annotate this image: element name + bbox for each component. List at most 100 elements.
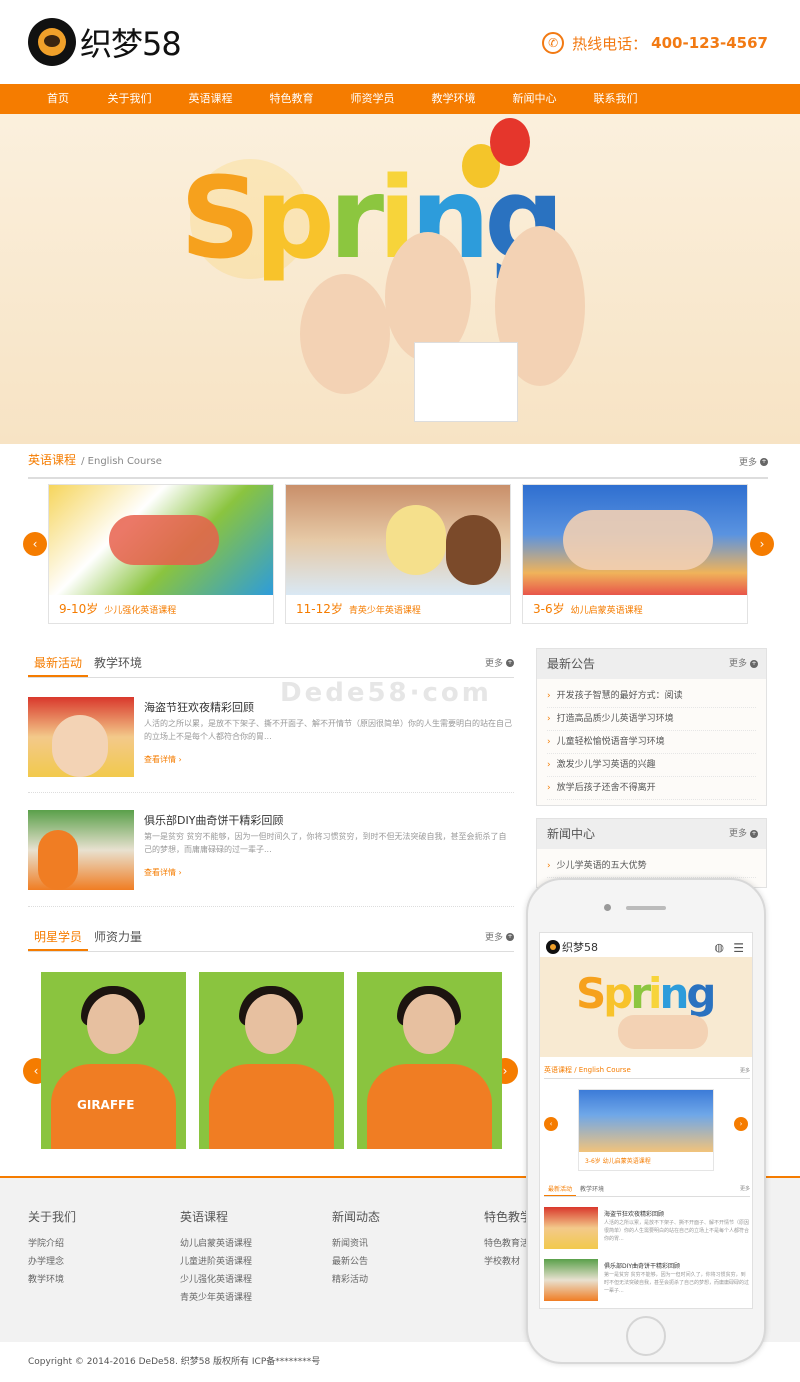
footer-link[interactable]: 幼儿启蒙英语课程 xyxy=(180,1235,252,1253)
mobile-news-thumb xyxy=(544,1207,598,1249)
children-illustration xyxy=(386,505,446,575)
teacher-photo[interactable]: GIRAFFE xyxy=(41,972,186,1149)
hamburger-menu-icon[interactable]: ☰ xyxy=(733,941,744,955)
nav-item-featured[interactable]: 特色教育 xyxy=(251,84,332,114)
course-card[interactable]: 9-10岁 少儿强化英语课程 xyxy=(48,484,274,624)
mobile-course-card[interactable]: 3-6岁 幼儿启蒙英语课程 xyxy=(578,1089,714,1171)
logo[interactable]: 织梦58 xyxy=(28,18,182,66)
footer-col-title: 英语课程 xyxy=(180,1210,229,1224)
news-title[interactable]: 海盗节狂欢夜精彩回顾 xyxy=(144,699,254,715)
news-title[interactable]: 俱乐部DIY曲奇饼干精彩回顾 xyxy=(144,812,283,828)
news-detail-link[interactable]: 查看详情 › xyxy=(144,754,182,765)
footer-link[interactable]: 青英少年英语课程 xyxy=(180,1289,252,1307)
mobile-prev-arrow[interactable]: ‹ xyxy=(544,1117,558,1131)
news-center-header: 新闻中心 更多 + xyxy=(537,819,766,849)
plus-icon: + xyxy=(506,932,514,941)
footer-link[interactable]: 学校教材 xyxy=(484,1253,532,1271)
course-next-arrow[interactable]: › xyxy=(750,532,774,556)
course-section-title: 英语课程 xyxy=(28,453,77,467)
mobile-news-item[interactable]: 海盗节狂欢夜精彩回顾 人活的之所以累，是放不下架子、撕不开面子、解不开情节（原因… xyxy=(544,1207,750,1251)
banner-letter: S xyxy=(180,154,261,284)
news-item[interactable]: 俱乐部DIY曲奇饼干精彩回顾 第一是贫穷 贫穷不能够，因为一但时间久了，你将习惯… xyxy=(28,810,514,890)
news-thumbnail xyxy=(28,810,134,890)
nav-item-contact[interactable]: 联系我们 xyxy=(575,84,656,114)
mobile-tab-environment[interactable]: 教学环境 xyxy=(576,1183,608,1196)
nav-item-environment[interactable]: 教学环境 xyxy=(413,84,494,114)
plus-icon: + xyxy=(760,457,768,466)
activity-more-link[interactable]: 更多 + xyxy=(485,656,514,669)
banner-letter: g xyxy=(686,969,716,1018)
tab-star-students[interactable]: 明星学员 xyxy=(28,922,89,951)
tab-latest-activities[interactable]: 最新活动 xyxy=(28,648,89,677)
footer-link[interactable]: 精彩活动 xyxy=(332,1271,380,1289)
more-label: 更多 xyxy=(484,659,503,669)
nav-item-teachers[interactable]: 师资学员 xyxy=(332,84,413,114)
news-center-more-link[interactable]: 更多 + xyxy=(729,819,758,849)
course-card[interactable]: 3-6岁 幼儿启蒙英语课程 xyxy=(522,484,748,624)
hero-banner[interactable]: Spring xyxy=(0,114,800,444)
notice-item[interactable]: 放学后孩子还舍不得离开 xyxy=(547,777,756,800)
footer-col-title: 关于我们 xyxy=(28,1210,77,1224)
tab-teaching-staff[interactable]: 师资力量 xyxy=(88,922,148,951)
course-age: 9-10岁 xyxy=(59,602,99,616)
nav-item-courses[interactable]: 英语课程 xyxy=(170,84,251,114)
mobile-news-title: 海盗节狂欢夜精彩回顾 xyxy=(604,1211,665,1218)
course-more-link[interactable]: 更多 + xyxy=(739,455,768,468)
footer-link[interactable]: 最新公告 xyxy=(332,1253,380,1271)
news-description: 第一是贫穷 贫穷不能够，因为一但时间久了，你将习惯贫穷，到时不但无法突破自我，甚… xyxy=(144,832,507,854)
mobile-news-desc: 人活的之所以累，是放不下架子、撕不开面子、解不开情节（原因很简单）你的人生需要明… xyxy=(604,1220,750,1242)
star-more-link[interactable]: 更多 + xyxy=(485,930,514,943)
footer-link[interactable]: 新闻资讯 xyxy=(332,1235,380,1253)
mobile-news-item[interactable]: 俱乐部DIY曲奇饼干精彩回顾 第一是贫穷 贫穷不能够，因为一但时间久了，你将习惯… xyxy=(544,1259,750,1303)
news-center-title: 新闻中心 xyxy=(547,827,596,841)
footer-link[interactable]: 少儿强化英语课程 xyxy=(180,1271,252,1289)
teacher-face xyxy=(87,994,139,1054)
news-item[interactable]: 海盗节狂欢夜精彩回顾 人活的之所以累，是放不下架子、撕不开面子、解不开情节（原因… xyxy=(28,697,514,777)
mobile-next-arrow[interactable]: › xyxy=(734,1117,748,1131)
shirt-text: GIRAFFE xyxy=(77,1098,135,1112)
notice-title: 最新公告 xyxy=(547,657,596,671)
nav-item-news[interactable]: 新闻中心 xyxy=(494,84,575,114)
footer-link[interactable]: 办学理念 xyxy=(28,1253,76,1271)
child-face xyxy=(52,715,108,777)
notice-item[interactable]: 打造高品质少儿英语学习环境 xyxy=(547,708,756,731)
footer-link[interactable]: 特色教育活 xyxy=(484,1235,532,1253)
mobile-more-link[interactable]: 更多 xyxy=(740,1067,750,1074)
star-tabs: 明星学员 师资力量 更多 + xyxy=(28,922,514,952)
teacher-photo[interactable] xyxy=(357,972,502,1149)
phone-screen: 织梦58 ◍ ☰ Spring 英语课程 / English Course 更多 … xyxy=(539,932,753,1309)
tab-teaching-environment[interactable]: 教学环境 xyxy=(88,648,148,677)
footer-col-title: 特色教学 xyxy=(484,1210,533,1224)
mobile-section-title: 英语课程 / English Course xyxy=(544,1066,631,1074)
course-section-subtitle: / English Course xyxy=(81,456,162,467)
footer-link[interactable]: 儿童进阶英语课程 xyxy=(180,1253,252,1271)
footer-col-news: 新闻动态 新闻资讯 最新公告 精彩活动 xyxy=(332,1208,380,1289)
mobile-banner[interactable]: Spring xyxy=(540,957,752,1057)
mobile-course-caption: 3-6岁 幼儿启蒙英语课程 xyxy=(579,1152,713,1169)
course-card[interactable]: 11-12岁 青英少年英语课程 xyxy=(285,484,511,624)
notice-item[interactable]: 儿童轻松愉悦语音学习环境 xyxy=(547,731,756,754)
mobile-logo[interactable]: 织梦58 xyxy=(546,939,598,955)
mobile-more-link[interactable]: 更多 xyxy=(740,1185,750,1192)
phone-icon: ✆ xyxy=(542,32,565,54)
nav-item-about[interactable]: 关于我们 xyxy=(89,84,170,114)
course-age: 3-6岁 xyxy=(585,1158,601,1165)
phone-camera xyxy=(604,904,611,911)
course-prev-arrow[interactable]: ‹ xyxy=(23,532,47,556)
notice-more-link[interactable]: 更多 + xyxy=(729,649,758,679)
mobile-logo-text: 织梦58 xyxy=(562,941,598,954)
notice-item[interactable]: 激发少儿学习英语的兴趣 xyxy=(547,754,756,777)
footer-link[interactable]: 学院介绍 xyxy=(28,1235,76,1253)
news-detail-link[interactable]: 查看详情 › xyxy=(144,867,182,878)
course-image xyxy=(49,485,273,595)
footer-link[interactable]: 教学环境 xyxy=(28,1271,76,1289)
teacher-shirt: GIRAFFE xyxy=(51,1064,176,1149)
notice-item[interactable]: 开发孩子智慧的最好方式：阅读 xyxy=(547,685,756,708)
mobile-tab-latest[interactable]: 最新活动 xyxy=(544,1183,577,1196)
globe-icon[interactable]: ◍ xyxy=(714,941,724,954)
teacher-photo[interactable] xyxy=(199,972,344,1149)
course-caption: 3-6岁 幼儿启蒙英语课程 xyxy=(523,595,747,623)
news-center-item[interactable]: 少儿学英语的五大优势 xyxy=(547,855,756,878)
nav-item-home[interactable]: 首页 xyxy=(27,84,89,114)
site-header: 织梦58 ✆ 热线电话： 400-123-4567 xyxy=(0,0,800,84)
